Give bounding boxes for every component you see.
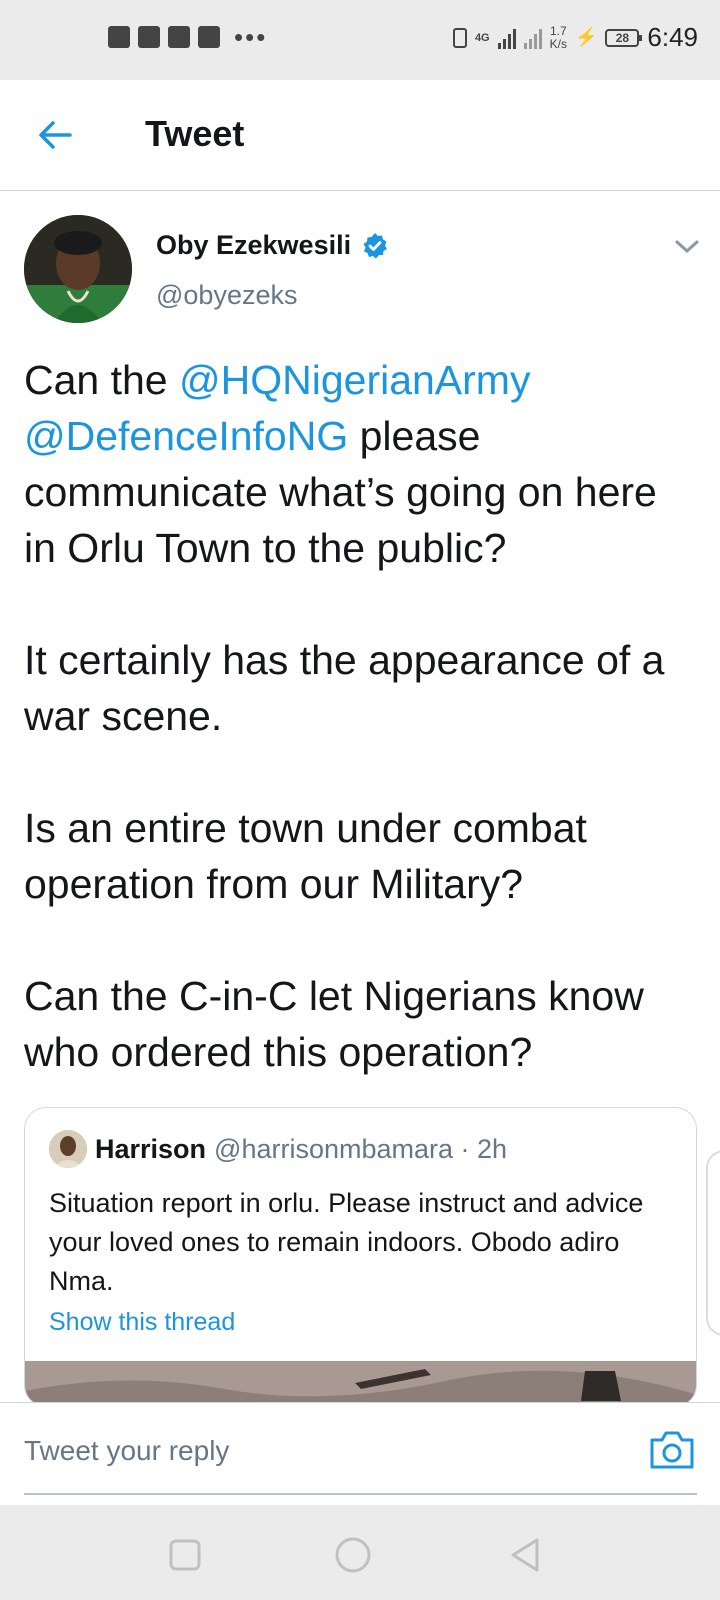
back-nav-button[interactable] xyxy=(505,1535,545,1575)
tweet-options-button[interactable] xyxy=(670,232,704,262)
status-bar: ••• 4G 1.7 K/s ⚡ 28 6:49 xyxy=(0,0,720,80)
circle-icon xyxy=(335,1537,371,1573)
camera-icon xyxy=(650,1431,694,1469)
status-time: 6:49 xyxy=(647,22,698,52)
reply-bar: Tweet your reply xyxy=(0,1402,720,1498)
reply-underline xyxy=(24,1493,697,1495)
battery-icon: 28 xyxy=(605,28,643,47)
side-panel-handle[interactable] xyxy=(706,1150,720,1336)
net-speed-value: 1.7 xyxy=(549,23,567,38)
avatar-image xyxy=(24,215,132,323)
app-notification-icon xyxy=(138,26,160,48)
alert-notification-icon xyxy=(198,26,220,48)
net-speed-unit: K/s xyxy=(549,36,567,51)
reply-input[interactable]: Tweet your reply xyxy=(24,1435,229,1467)
signal-icon xyxy=(497,27,516,49)
square-icon xyxy=(169,1539,201,1571)
home-button[interactable] xyxy=(333,1535,373,1575)
author-name-row: Oby Ezekwesili xyxy=(156,230,389,261)
network-type: 4G xyxy=(474,31,490,44)
quoted-tweet-header: Harrison @harrisonmbamara · 2h xyxy=(49,1130,507,1168)
status-right: 4G 1.7 K/s ⚡ 28 6:49 xyxy=(452,22,698,53)
author-avatar[interactable] xyxy=(24,215,132,323)
signal-2-icon xyxy=(523,27,542,49)
system-nav-bar xyxy=(0,1505,720,1600)
back-button[interactable] xyxy=(30,110,80,160)
quoted-author-name: Harrison xyxy=(95,1133,207,1164)
camera-button[interactable] xyxy=(648,1428,696,1472)
quoted-tweet-media[interactable] xyxy=(25,1361,696,1406)
download-notification-icon xyxy=(168,26,190,48)
triangle-back-icon xyxy=(511,1538,539,1572)
quoted-tweet-card[interactable]: Harrison @harrisonmbamara · 2h Situation… xyxy=(24,1107,697,1407)
notification-icons: ••• xyxy=(108,22,268,52)
tweet-paragraph-3: Is an entire town under combat operation… xyxy=(24,805,587,907)
media-thumbnail-image xyxy=(25,1361,696,1406)
show-thread-link[interactable]: Show this thread xyxy=(49,1308,235,1337)
author-name[interactable]: Oby Ezekwesili xyxy=(156,230,351,261)
vibrate-icon xyxy=(452,27,467,48)
quoted-avatar-image xyxy=(49,1130,87,1168)
more-notifications-icon: ••• xyxy=(234,22,268,52)
tweet-p1-prefix: Can the xyxy=(24,357,179,403)
chevron-down-icon xyxy=(675,240,699,253)
charging-icon: ⚡ xyxy=(574,27,598,47)
verified-badge-icon xyxy=(363,232,388,258)
mention-link[interactable]: @HQNigerianArmy xyxy=(179,357,530,403)
tweet-paragraph-2: It certainly has the appearance of a war… xyxy=(24,637,665,739)
tweet-paragraph-4: Can the C-in-C let Nigerians know who or… xyxy=(24,973,644,1075)
tweet-text: Can the @HQNigerianArmy @DefenceInfoNG p… xyxy=(24,352,694,1080)
net-speed: 1.7 K/s xyxy=(549,23,567,51)
recents-button[interactable] xyxy=(165,1535,205,1575)
message-notification-icon xyxy=(108,26,130,48)
page-title: Tweet xyxy=(145,113,245,154)
quoted-author-avatar xyxy=(49,1130,87,1168)
quoted-tweet-text: Situation report in orlu. Please instruc… xyxy=(49,1188,644,1296)
tweet-paragraph-1: Can the @HQNigerianArmy @DefenceInfoNG p… xyxy=(24,352,694,576)
back-arrow-icon xyxy=(39,121,72,149)
quoted-handle-time: @harrisonmbamara · 2h xyxy=(214,1133,508,1164)
top-app-bar: Tweet xyxy=(0,80,720,191)
battery-level: 28 xyxy=(615,30,630,45)
author-handle[interactable]: @obyezeks xyxy=(156,280,297,311)
mention-link[interactable]: @DefenceInfoNG xyxy=(24,413,348,459)
